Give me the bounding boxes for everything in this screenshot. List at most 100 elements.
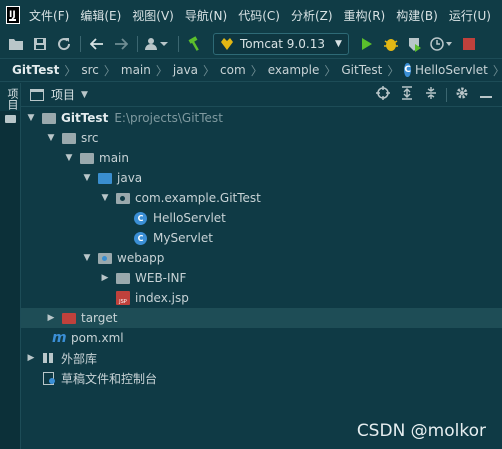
stop-icon[interactable]: [457, 32, 481, 56]
menu-edit[interactable]: 编辑(E): [80, 7, 121, 24]
breadcrumb-item[interactable]: GitTest: [341, 63, 382, 77]
menu-analyze[interactable]: 分析(Z): [291, 7, 333, 24]
tree-node-label: com.example.GitTest: [135, 191, 261, 205]
tree-node-scratches[interactable]: 草稿文件和控制台: [21, 368, 502, 388]
profile-dropdown-icon[interactable]: [427, 32, 457, 56]
panel-tools: [371, 83, 498, 107]
chevron-down-icon[interactable]: ▼: [82, 173, 92, 183]
tomcat-icon: [220, 37, 234, 51]
collapse-all-icon[interactable]: [419, 86, 443, 104]
class-icon: C: [404, 63, 411, 77]
breadcrumb-item[interactable]: java: [173, 63, 198, 77]
chevron-right-icon[interactable]: ▶: [46, 313, 56, 323]
gear-icon[interactable]: [450, 86, 474, 104]
project-window-icon: [30, 88, 44, 101]
hide-panel-icon[interactable]: [474, 88, 498, 103]
menu-run[interactable]: 运行(U): [449, 7, 491, 24]
chevron-right-icon: 〉: [155, 63, 168, 78]
menu-refactor[interactable]: 重构(R): [344, 7, 386, 24]
run-configuration-select[interactable]: Tomcat 9.0.13 ▼: [213, 33, 349, 55]
folder-icon: [80, 152, 94, 164]
module-folder-icon: [42, 112, 56, 124]
tree-node-webinf[interactable]: ▶ WEB-INF: [21, 268, 502, 288]
breadcrumb: GitTest 〉 src 〉 main 〉 java 〉 com 〉 exam…: [0, 58, 502, 82]
tree-node-root[interactable]: ▼ GitTest E:\projects\GitTest: [21, 108, 502, 128]
tree-node-myservlet[interactable]: C MyServlet: [21, 228, 502, 248]
tree-node-target[interactable]: ▶ target: [21, 308, 502, 328]
toolbar-divider: [178, 36, 179, 52]
tree-node-webapp[interactable]: ▼ webapp: [21, 248, 502, 268]
menu-build[interactable]: 构建(B): [396, 7, 438, 24]
breadcrumb-item[interactable]: example: [268, 63, 320, 77]
breadcrumb-item[interactable]: com: [220, 63, 246, 77]
tree-node-pom[interactable]: m pom.xml: [21, 328, 502, 348]
chevron-right-icon: 〉: [387, 63, 400, 78]
tree-node-java[interactable]: ▼ java: [21, 168, 502, 188]
run-configuration-label: Tomcat 9.0.13: [240, 37, 325, 51]
chevron-down-icon[interactable]: ▼: [82, 253, 92, 263]
tree-node-label: index.jsp: [135, 291, 189, 305]
breadcrumb-item[interactable]: HelloServlet: [415, 63, 488, 77]
chevron-down-icon[interactable]: ▼: [81, 90, 88, 100]
tree-node-label: pom.xml: [71, 331, 124, 345]
tree-node-label: 草稿文件和控制台: [61, 371, 158, 386]
menu-file[interactable]: 文件(F): [29, 7, 69, 24]
menu-view[interactable]: 视图(V): [132, 7, 174, 24]
tree-node-label: WEB-INF: [135, 271, 187, 285]
tree-node-label: MyServlet: [153, 231, 213, 245]
package-icon: [116, 192, 130, 204]
build-hammer-icon[interactable]: [183, 32, 207, 56]
tree-node-label: GitTest: [61, 111, 109, 125]
folder-icon[interactable]: [5, 115, 16, 123]
chevron-down-icon[interactable]: ▼: [26, 113, 36, 123]
sync-icon[interactable]: [52, 32, 76, 56]
tree-node-package[interactable]: ▼ com.example.GitTest: [21, 188, 502, 208]
folder-icon: [116, 272, 130, 284]
tree-node-main[interactable]: ▼ main: [21, 148, 502, 168]
menubar: IJ 文件(F) 编辑(E) 视图(V) 导航(N) 代码(C) 分析(Z) 重…: [0, 0, 502, 30]
open-folder-icon[interactable]: [4, 32, 28, 56]
chevron-down-icon[interactable]: ▼: [64, 153, 74, 163]
tree-node-label: HelloServlet: [153, 211, 226, 225]
tree-node-helloservlet[interactable]: C HelloServlet: [21, 208, 502, 228]
web-folder-icon: [98, 252, 112, 264]
project-panel-header: 项目 ▼: [21, 83, 502, 107]
chevron-right-icon: 〉: [493, 62, 502, 79]
breadcrumb-item[interactable]: GitTest: [12, 63, 59, 77]
save-icon[interactable]: [28, 32, 52, 56]
back-arrow-icon[interactable]: [85, 32, 109, 56]
user-dropdown-icon[interactable]: [142, 32, 174, 56]
coverage-icon[interactable]: [403, 32, 427, 56]
main-toolbar: Tomcat 9.0.13 ▼: [0, 30, 502, 58]
watermark: CSDN @molkor: [356, 421, 486, 441]
run-icon[interactable]: [355, 32, 379, 56]
breadcrumb-item[interactable]: src: [81, 63, 99, 77]
chevron-down-icon[interactable]: ▼: [46, 133, 56, 143]
locate-icon[interactable]: [371, 86, 395, 104]
expand-all-icon[interactable]: [395, 86, 419, 104]
forward-arrow-icon[interactable]: [109, 32, 133, 56]
tree-node-indexjsp[interactable]: JSP index.jsp: [21, 288, 502, 308]
chevron-right-icon[interactable]: ▶: [100, 273, 110, 283]
scratches-icon: [42, 371, 56, 385]
tool-window-strip: 项目: [0, 83, 21, 449]
class-icon: C: [134, 231, 147, 245]
tree-node-label: 外部库: [61, 351, 98, 366]
chevron-right-icon: 〉: [64, 63, 77, 78]
chevron-down-icon[interactable]: ▼: [100, 193, 110, 203]
chevron-right-icon: 〉: [324, 63, 337, 78]
intellij-logo-icon: IJ: [6, 6, 21, 24]
project-tree: ▼ GitTest E:\projects\GitTest ▼ src ▼ ma…: [21, 108, 502, 388]
panel-title[interactable]: 项目: [51, 86, 75, 103]
menu-navigate[interactable]: 导航(N): [185, 7, 227, 24]
chevron-right-icon[interactable]: ▶: [26, 353, 36, 363]
library-icon: [42, 352, 56, 364]
tree-node-src[interactable]: ▼ src: [21, 128, 502, 148]
tree-node-external-libraries[interactable]: ▶ 外部库: [21, 348, 502, 368]
menu-code[interactable]: 代码(C): [238, 7, 280, 24]
debug-icon[interactable]: [379, 32, 403, 56]
excluded-folder-icon: [62, 312, 76, 324]
toolbar-divider: [137, 36, 138, 52]
breadcrumb-item[interactable]: main: [121, 63, 151, 77]
project-tool-tab[interactable]: 项目: [0, 83, 20, 111]
